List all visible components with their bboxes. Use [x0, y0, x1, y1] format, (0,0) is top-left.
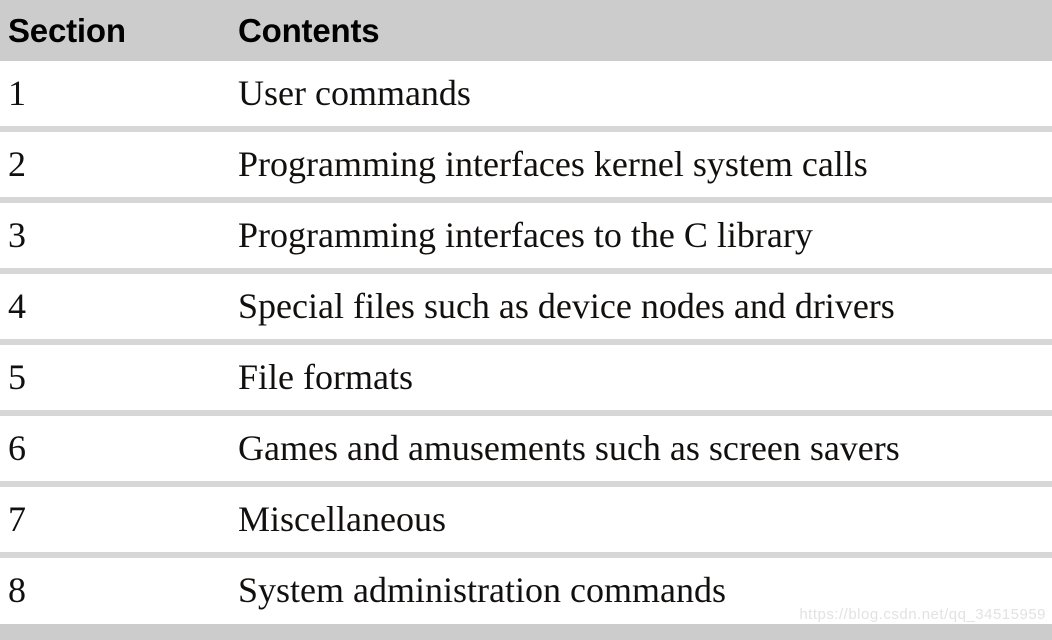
cell-section-contents: Programming interfaces to the C library	[238, 215, 813, 255]
table-body: 1 User commands 2 Programming interfaces…	[0, 61, 1052, 623]
table-row: 2 Programming interfaces kernel system c…	[0, 129, 1052, 200]
cell-section-contents: File formats	[238, 357, 413, 397]
cell-section-number: 3	[8, 215, 26, 255]
sections-table-container: Section Contents 1 User commands 2 Progr…	[0, 0, 1052, 640]
table-header-row: Section Contents	[0, 0, 1052, 61]
cell-section-contents: Miscellaneous	[238, 499, 446, 539]
cell-section-number: 5	[8, 357, 26, 397]
column-header-contents: Contents	[238, 12, 380, 49]
table-row: 5 File formats	[0, 342, 1052, 413]
table-row: 6 Games and amusements such as screen sa…	[0, 413, 1052, 484]
cell-section-number: 6	[8, 428, 26, 468]
cell-section-number: 2	[8, 144, 26, 184]
cell-section-contents: System administration commands	[238, 570, 726, 610]
cell-section-number: 7	[8, 499, 26, 539]
table-row: 7 Miscellaneous	[0, 484, 1052, 555]
column-header-section: Section	[8, 12, 126, 49]
table-header: Section Contents	[0, 0, 1052, 61]
table-row: 8 System administration commands	[0, 555, 1052, 623]
table-row: 4 Special files such as device nodes and…	[0, 271, 1052, 342]
bottom-band	[0, 624, 1052, 640]
cell-section-number: 1	[8, 73, 26, 113]
cell-section-number: 8	[8, 570, 26, 610]
man-sections-table: Section Contents 1 User commands 2 Progr…	[0, 0, 1052, 623]
cell-section-contents: User commands	[238, 73, 471, 113]
table-row: 1 User commands	[0, 61, 1052, 129]
cell-section-contents: Special files such as device nodes and d…	[238, 286, 895, 326]
cell-section-contents: Games and amusements such as screen save…	[238, 428, 900, 468]
cell-section-contents: Programming interfaces kernel system cal…	[238, 144, 868, 184]
cell-section-number: 4	[8, 286, 26, 326]
table-row: 3 Programming interfaces to the C librar…	[0, 200, 1052, 271]
